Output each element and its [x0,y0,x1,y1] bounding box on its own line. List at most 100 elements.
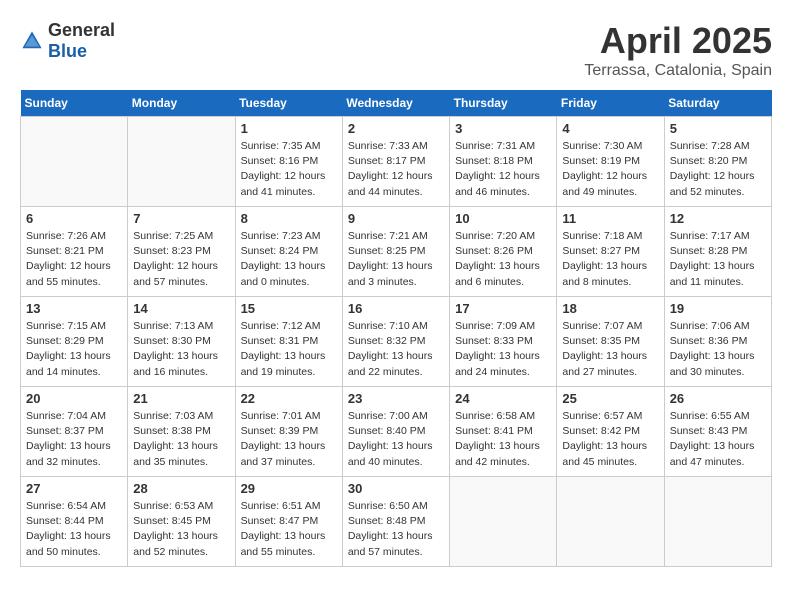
day-number: 29 [241,481,337,496]
day-info: Sunrise: 7:15 AM Sunset: 8:29 PM Dayligh… [26,319,122,380]
calendar-cell: 5 Sunrise: 7:28 AM Sunset: 8:20 PM Daylig… [664,117,771,207]
calendar-cell: 30 Sunrise: 6:50 AM Sunset: 8:48 PM Dayli… [342,477,449,567]
calendar-week-row: 27 Sunrise: 6:54 AM Sunset: 8:44 PM Dayli… [21,477,772,567]
calendar-cell: 29 Sunrise: 6:51 AM Sunset: 8:47 PM Dayli… [235,477,342,567]
logo: General Blue [20,20,115,62]
day-info: Sunrise: 7:06 AM Sunset: 8:36 PM Dayligh… [670,319,766,380]
calendar-cell: 3Sunrise: 7:31 AM Sunset: 8:18 PM Daylig… [450,117,557,207]
calendar-week-row: 13Sunrise: 7:15 AM Sunset: 8:29 PM Dayli… [21,297,772,387]
day-number: 23 [348,391,444,406]
calendar-cell [128,117,235,207]
calendar-cell: 10Sunrise: 7:20 AM Sunset: 8:26 PM Dayli… [450,207,557,297]
day-info: Sunrise: 7:12 AM Sunset: 8:31 PM Dayligh… [241,319,337,380]
calendar-cell: 22 Sunrise: 7:01 AM Sunset: 8:39 PM Dayli… [235,387,342,477]
day-info: Sunrise: 6:53 AM Sunset: 8:45 PM Dayligh… [133,499,229,560]
day-info: Sunrise: 6:54 AM Sunset: 8:44 PM Dayligh… [26,499,122,560]
day-number: 18 [562,301,658,316]
location-title: Terrassa, Catalonia, Spain [584,62,772,80]
day-info: Sunrise: 6:58 AM Sunset: 8:41 PM Dayligh… [455,409,551,470]
day-number: 2 [348,121,444,136]
logo-general: General [48,20,115,40]
day-info: Sunrise: 7:33 AM Sunset: 8:17 PM Dayligh… [348,139,444,200]
day-number: 25 [562,391,658,406]
day-info: Sunrise: 7:35 AM Sunset: 8:16 PM Dayligh… [241,139,337,200]
day-info: Sunrise: 7:13 AM Sunset: 8:30 PM Dayligh… [133,319,229,380]
calendar-cell: 20Sunrise: 7:04 AM Sunset: 8:37 PM Dayli… [21,387,128,477]
day-number: 30 [348,481,444,496]
day-number: 17 [455,301,551,316]
calendar-cell: 8Sunrise: 7:23 AM Sunset: 8:24 PM Daylig… [235,207,342,297]
day-info: Sunrise: 6:50 AM Sunset: 8:48 PM Dayligh… [348,499,444,560]
day-info: Sunrise: 6:51 AM Sunset: 8:47 PM Dayligh… [241,499,337,560]
day-number: 1 [241,121,337,136]
calendar-table: SundayMondayTuesdayWednesdayThursdayFrid… [20,90,772,567]
day-number: 9 [348,211,444,226]
day-info: Sunrise: 7:21 AM Sunset: 8:25 PM Dayligh… [348,229,444,290]
calendar-body: 1 Sunrise: 7:35 AM Sunset: 8:16 PM Daylig… [21,117,772,567]
day-number: 15 [241,301,337,316]
day-number: 16 [348,301,444,316]
day-number: 5 [670,121,766,136]
day-info: Sunrise: 7:25 AM Sunset: 8:23 PM Dayligh… [133,229,229,290]
weekday-header: Saturday [664,90,771,117]
weekday-header: Wednesday [342,90,449,117]
calendar-cell: 14 Sunrise: 7:13 AM Sunset: 8:30 PM Dayli… [128,297,235,387]
day-number: 22 [241,391,337,406]
day-number: 21 [133,391,229,406]
weekday-header: Tuesday [235,90,342,117]
calendar-cell: 1 Sunrise: 7:35 AM Sunset: 8:16 PM Daylig… [235,117,342,207]
day-info: Sunrise: 7:03 AM Sunset: 8:38 PM Dayligh… [133,409,229,470]
day-info: Sunrise: 7:26 AM Sunset: 8:21 PM Dayligh… [26,229,122,290]
calendar-cell: 18 Sunrise: 7:07 AM Sunset: 8:35 PM Dayli… [557,297,664,387]
header: General Blue April 2025 Terrassa, Catalo… [20,20,772,80]
day-info: Sunrise: 6:57 AM Sunset: 8:42 PM Dayligh… [562,409,658,470]
calendar-cell: 2 Sunrise: 7:33 AM Sunset: 8:17 PM Daylig… [342,117,449,207]
calendar-cell [557,477,664,567]
calendar-cell: 4 Sunrise: 7:30 AM Sunset: 8:19 PM Daylig… [557,117,664,207]
calendar-cell: 11Sunrise: 7:18 AM Sunset: 8:27 PM Dayli… [557,207,664,297]
calendar-cell: 16Sunrise: 7:10 AM Sunset: 8:32 PM Dayli… [342,297,449,387]
calendar-cell: 7 Sunrise: 7:25 AM Sunset: 8:23 PM Daylig… [128,207,235,297]
calendar-cell: 13Sunrise: 7:15 AM Sunset: 8:29 PM Dayli… [21,297,128,387]
calendar-cell: 9 Sunrise: 7:21 AM Sunset: 8:25 PM Daylig… [342,207,449,297]
day-number: 6 [26,211,122,226]
weekday-header: Thursday [450,90,557,117]
calendar-cell: 25 Sunrise: 6:57 AM Sunset: 8:42 PM Dayli… [557,387,664,477]
day-info: Sunrise: 7:28 AM Sunset: 8:20 PM Dayligh… [670,139,766,200]
day-info: Sunrise: 6:55 AM Sunset: 8:43 PM Dayligh… [670,409,766,470]
weekday-header: Sunday [21,90,128,117]
day-number: 12 [670,211,766,226]
day-number: 4 [562,121,658,136]
day-number: 19 [670,301,766,316]
day-number: 10 [455,211,551,226]
day-number: 14 [133,301,229,316]
day-info: Sunrise: 7:09 AM Sunset: 8:33 PM Dayligh… [455,319,551,380]
day-info: Sunrise: 7:07 AM Sunset: 8:35 PM Dayligh… [562,319,658,380]
weekday-header: Friday [557,90,664,117]
day-info: Sunrise: 7:18 AM Sunset: 8:27 PM Dayligh… [562,229,658,290]
day-number: 26 [670,391,766,406]
month-title: April 2025 [584,20,772,62]
day-number: 27 [26,481,122,496]
day-info: Sunrise: 7:17 AM Sunset: 8:28 PM Dayligh… [670,229,766,290]
calendar-cell: 12 Sunrise: 7:17 AM Sunset: 8:28 PM Dayli… [664,207,771,297]
day-info: Sunrise: 7:04 AM Sunset: 8:37 PM Dayligh… [26,409,122,470]
day-number: 24 [455,391,551,406]
day-info: Sunrise: 7:01 AM Sunset: 8:39 PM Dayligh… [241,409,337,470]
calendar-cell: 23 Sunrise: 7:00 AM Sunset: 8:40 PM Dayli… [342,387,449,477]
logo-blue: Blue [48,41,87,61]
day-info: Sunrise: 7:31 AM Sunset: 8:18 PM Dayligh… [455,139,551,200]
calendar-week-row: 20Sunrise: 7:04 AM Sunset: 8:37 PM Dayli… [21,387,772,477]
day-info: Sunrise: 7:00 AM Sunset: 8:40 PM Dayligh… [348,409,444,470]
calendar-header-row: SundayMondayTuesdayWednesdayThursdayFrid… [21,90,772,117]
calendar-cell: 6 Sunrise: 7:26 AM Sunset: 8:21 PM Daylig… [21,207,128,297]
title-area: April 2025 Terrassa, Catalonia, Spain [584,20,772,80]
calendar-cell: 19 Sunrise: 7:06 AM Sunset: 8:36 PM Dayli… [664,297,771,387]
day-number: 28 [133,481,229,496]
calendar-cell: 26 Sunrise: 6:55 AM Sunset: 8:43 PM Dayli… [664,387,771,477]
day-number: 7 [133,211,229,226]
day-info: Sunrise: 7:30 AM Sunset: 8:19 PM Dayligh… [562,139,658,200]
calendar-cell: 15 Sunrise: 7:12 AM Sunset: 8:31 PM Dayli… [235,297,342,387]
calendar-cell: 27 Sunrise: 6:54 AM Sunset: 8:44 PM Dayli… [21,477,128,567]
calendar-cell [664,477,771,567]
